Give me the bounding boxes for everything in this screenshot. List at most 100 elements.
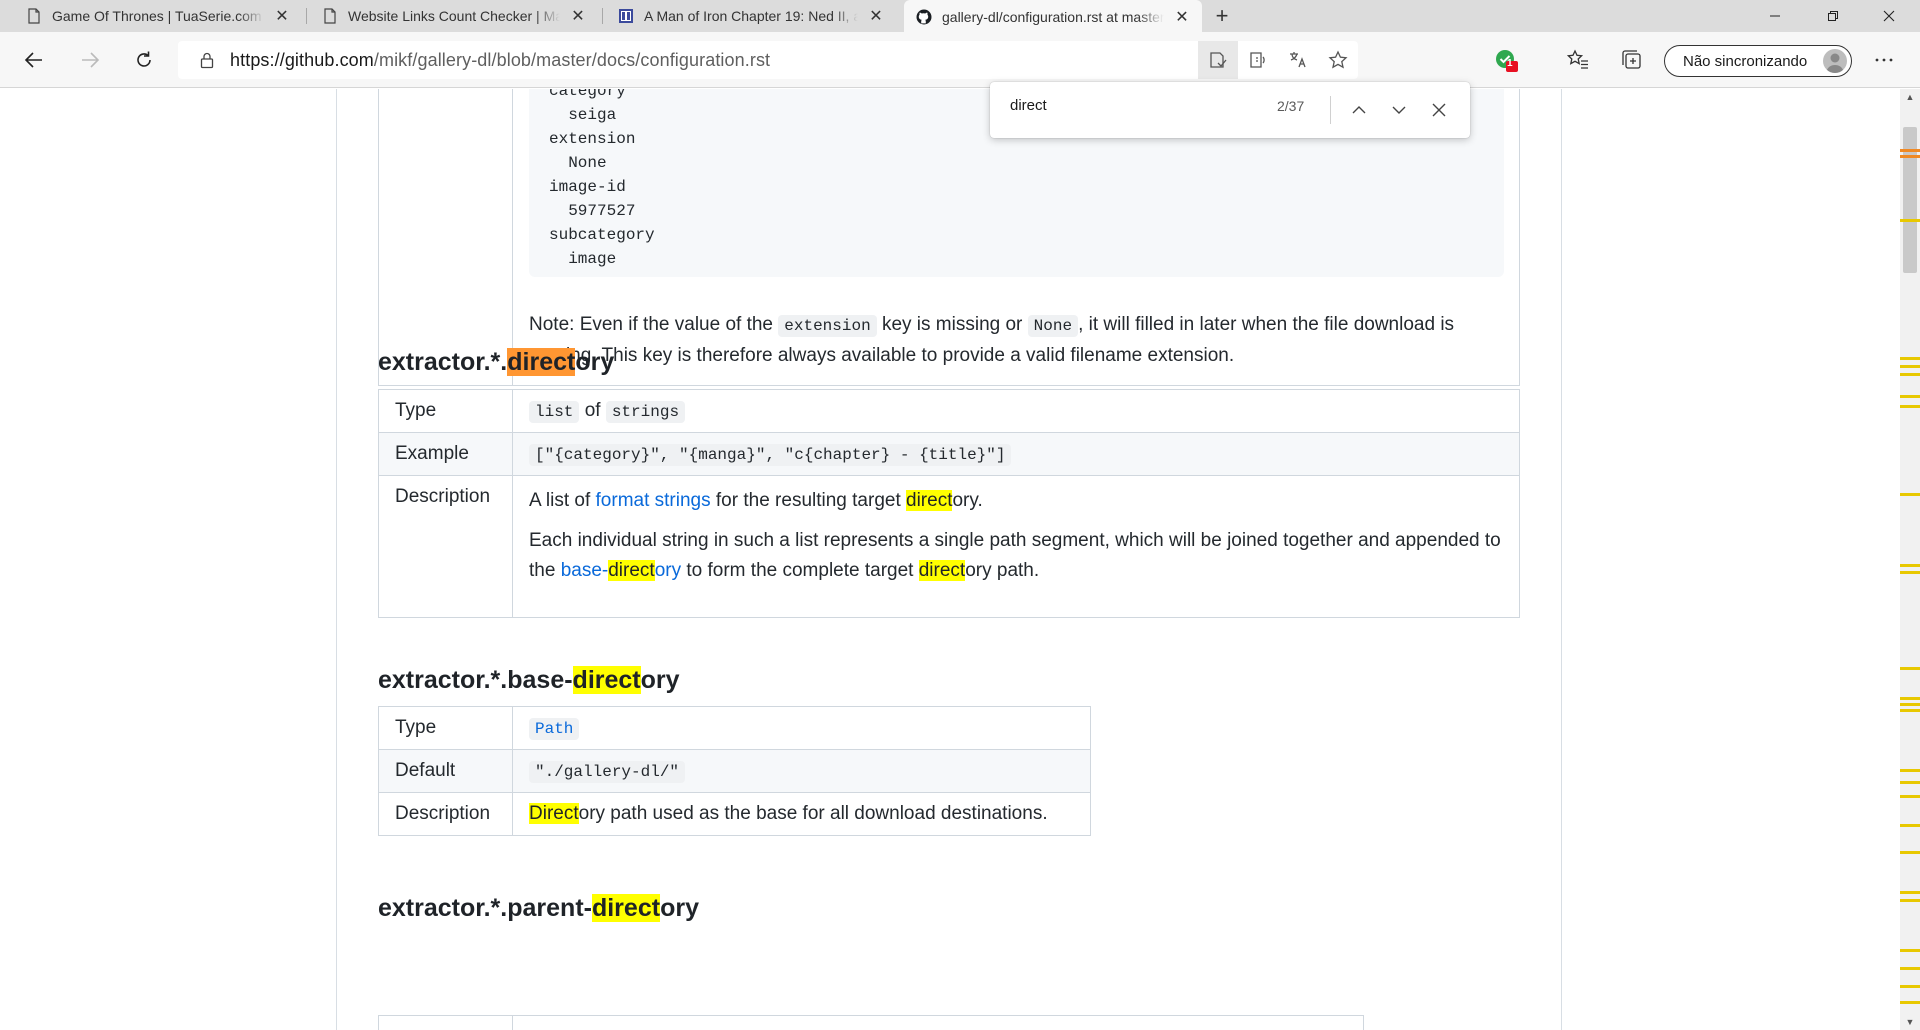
back-button[interactable]	[18, 44, 50, 76]
immersive-reader-button[interactable]	[1198, 41, 1238, 79]
chevron-up-icon	[1352, 106, 1366, 114]
close-icon[interactable]: ✕	[1172, 7, 1192, 27]
inline-code: None	[1027, 315, 1079, 337]
url-text[interactable]: https://github.com/mikf/gallery-dl/blob/…	[230, 50, 770, 71]
favorites-button[interactable]	[1562, 44, 1594, 76]
read-aloud-button[interactable]	[1238, 41, 1278, 79]
table-row: Description A list of format strings for…	[378, 475, 1520, 618]
table-key-cell: Description	[378, 792, 513, 836]
refresh-button[interactable]	[128, 44, 160, 76]
table-key-cell: Type	[378, 706, 513, 750]
table-value-cell: ["{category}", "{manga}", "c{chapter} - …	[512, 432, 1520, 476]
scroll-up-arrow[interactable]: ▲	[1900, 89, 1920, 105]
address-bar[interactable]: https://github.com/mikf/gallery-dl/blob/…	[178, 41, 1358, 79]
find-highlight-current: direct	[507, 348, 576, 376]
table-key-cell: Description	[378, 475, 513, 618]
scroll-marker	[1900, 949, 1920, 952]
page-scrollbar[interactable]: ▲ ▼	[1900, 89, 1920, 1030]
table-key-cell: Default	[378, 749, 513, 793]
tab-divider	[602, 8, 603, 24]
restore-button[interactable]	[1810, 0, 1856, 32]
inline-code: list	[529, 401, 580, 423]
forward-button[interactable]	[74, 44, 106, 76]
lock-icon[interactable]	[198, 51, 216, 69]
parent-directory-field-table	[378, 1015, 1364, 1030]
scroll-marker	[1900, 709, 1920, 712]
scroll-down-arrow[interactable]: ▼	[1900, 1014, 1920, 1030]
table-value-cell: Directory path used as the base for all …	[512, 792, 1091, 836]
favorites-list-icon	[1567, 49, 1588, 69]
heading-text: ory	[640, 666, 680, 694]
shield-check-icon	[1496, 50, 1518, 72]
scroll-marker	[1900, 781, 1920, 784]
close-icon[interactable]: ✕	[272, 6, 292, 26]
base-directory-link[interactable]: base-directory	[561, 560, 681, 581]
scroll-marker	[1900, 357, 1920, 360]
table-row: Default "./gallery-dl/"	[378, 749, 1091, 793]
section-heading-directory: extractor.*.directory	[378, 348, 614, 377]
code-line: 5977527	[549, 202, 636, 220]
star-icon	[1328, 50, 1348, 69]
tab-gallery-dl[interactable]: gallery-dl/configuration.rst at master ✕	[904, 0, 1202, 33]
tab-link-checker[interactable]: Website Links Count Checker | Mass ✕	[310, 0, 598, 32]
scroll-marker	[1900, 219, 1920, 222]
tab-strip: Game Of Thrones | TuaSerie.com ✕ Website…	[0, 0, 1920, 33]
close-window-button[interactable]	[1866, 0, 1912, 32]
tab-title: Website Links Count Checker | Mass	[348, 8, 560, 24]
table-row: Description Directory path used as the b…	[378, 792, 1091, 836]
inline-code: strings	[605, 401, 686, 423]
chevron-down-icon	[1392, 106, 1406, 114]
avatar	[1823, 49, 1847, 73]
table-key-cell: Example	[378, 432, 513, 476]
tab-divider	[306, 8, 307, 24]
inline-code: extension	[778, 315, 877, 337]
profile-button[interactable]: Não sincronizando	[1664, 45, 1852, 77]
tab-man-of-iron[interactable]: A Man of Iron Chapter 19: Ned II, a ✕	[606, 0, 896, 32]
code-line: image-id	[549, 178, 626, 196]
new-tab-button[interactable]: +	[1210, 3, 1234, 28]
note-paragraph: Note: Even if the value of the extension…	[529, 310, 1504, 371]
minimize-button[interactable]	[1752, 0, 1798, 32]
scroll-marker	[1900, 703, 1920, 706]
scroll-marker	[1900, 891, 1920, 894]
table-value-cell: "./gallery-dl/"	[512, 749, 1091, 793]
find-close-button[interactable]	[1424, 96, 1454, 124]
format-strings-link[interactable]: format strings	[596, 490, 711, 511]
person-icon	[1826, 53, 1844, 73]
refresh-icon	[137, 51, 151, 67]
minimize-icon	[1770, 15, 1780, 17]
github-icon	[916, 9, 932, 24]
close-icon	[1432, 103, 1446, 117]
scroll-marker	[1900, 405, 1920, 408]
find-bar: direct 2/37	[990, 82, 1470, 138]
settings-menu-button[interactable]	[1868, 44, 1900, 76]
scroll-marker	[1900, 571, 1920, 574]
link-text: base-	[560, 560, 609, 581]
find-highlight: direct	[572, 666, 641, 694]
translate-icon	[1290, 52, 1306, 68]
find-previous-button[interactable]	[1344, 96, 1374, 124]
find-next-button[interactable]	[1384, 96, 1414, 124]
path-type-link[interactable]: Path	[529, 718, 580, 740]
close-icon	[1883, 10, 1895, 22]
scroll-marker	[1900, 795, 1920, 798]
arrow-left-icon	[24, 52, 42, 68]
reader-icon	[1210, 52, 1227, 68]
extension-button[interactable]: 1	[1490, 44, 1522, 76]
translate-button[interactable]	[1278, 41, 1318, 79]
favorite-button[interactable]	[1318, 41, 1358, 79]
find-input[interactable]: direct	[1010, 97, 1047, 114]
page-icon	[28, 8, 40, 24]
collections-button[interactable]	[1616, 44, 1648, 76]
base-directory-field-table: Type Path Default "./gallery-dl/" Descri…	[378, 706, 1091, 836]
find-highlight: direct	[918, 560, 966, 581]
tab-title: gallery-dl/configuration.rst at master	[942, 8, 1164, 25]
arrow-right-icon	[82, 52, 100, 68]
close-icon[interactable]: ✕	[568, 6, 588, 26]
heading-text: ory	[660, 894, 699, 922]
description-paragraph: Each individual string in such a list re…	[529, 526, 1503, 586]
heading-text: extractor.*.base-	[378, 666, 573, 694]
close-icon[interactable]: ✕	[866, 6, 886, 26]
tab-game-of-thrones[interactable]: Game Of Thrones | TuaSerie.com ✕	[14, 0, 302, 32]
scroll-marker	[1900, 899, 1920, 902]
